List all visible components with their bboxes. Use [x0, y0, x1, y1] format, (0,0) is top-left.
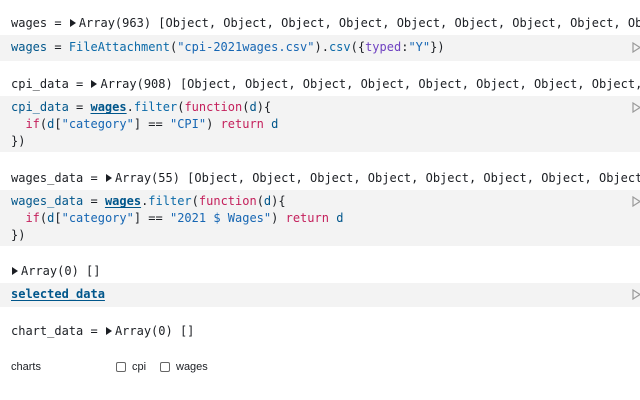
code-string: "CPI": [169, 117, 207, 131]
code-param: d: [271, 117, 279, 131]
wages-checkbox-label: wages: [176, 361, 208, 373]
code-keyword: return: [220, 117, 264, 131]
code-line: selected_data: [11, 286, 640, 303]
code-keyword: if: [25, 211, 40, 225]
code-line: if(d["category"] == "CPI") return d: [25, 117, 279, 131]
cpi-checkbox-label: cpi: [132, 361, 147, 373]
code-string: "category": [61, 211, 134, 225]
selected-data-code-cell[interactable]: selected_data: [0, 283, 640, 307]
output-value: Array(0) []: [21, 264, 101, 278]
code-method: csv: [328, 40, 351, 54]
code-param: d: [249, 100, 257, 114]
output-value: Array(55) [Object, Object, Object, Objec…: [114, 171, 640, 185]
code-line: wages = FileAttachment("cpi-2021wages.cs…: [11, 40, 445, 54]
code-reference-link[interactable]: selected_data: [11, 287, 105, 301]
chart-data-output: chart_data = Array(0) []: [11, 324, 195, 338]
code-param: d: [336, 211, 344, 225]
output-value: Array(963) [Object, Object, Object, Obje…: [78, 16, 640, 30]
code-keyword: function: [184, 100, 243, 114]
disclosure-triangle-icon[interactable]: [12, 267, 18, 275]
output-value: Array(908) [Object, Object, Object, Obje…: [100, 77, 640, 91]
charts-label: charts: [11, 361, 41, 373]
code-param: d: [47, 117, 55, 131]
code-variable: cpi_data: [11, 100, 69, 114]
disclosure-triangle-icon[interactable]: [91, 80, 98, 88]
code-string: "Y": [408, 40, 431, 54]
cpi-data-output: cpi_data = Array(908) [Object, Object, O…: [0, 74, 640, 94]
code-line: wages_data = wages.filter(function(d){: [11, 194, 286, 208]
charts-form: charts cpi wages: [11, 358, 611, 376]
disclosure-triangle-icon[interactable]: [69, 19, 76, 27]
wages-code-cell[interactable]: wages = FileAttachment("cpi-2021wages.cs…: [0, 35, 640, 61]
code-variable: wages_data: [11, 194, 84, 208]
cpi-data-code-cell[interactable]: cpi_data = wages.filter(function(d){ if(…: [0, 96, 640, 152]
output-value: Array(0) []: [114, 324, 195, 338]
disclosure-triangle-icon[interactable]: [105, 327, 112, 335]
wages-output: wages = Array(963) [Object, Object, Obje…: [0, 13, 640, 33]
code-line: if(d["category"] == "2021 $ Wages") retu…: [25, 211, 344, 225]
code-line: }): [11, 134, 26, 148]
code-string: "category": [61, 117, 134, 131]
code-keyword: function: [198, 194, 257, 208]
code-string: "cpi-2021wages.csv": [177, 40, 315, 54]
output-name: chart_data: [11, 324, 84, 338]
disclosure-triangle-icon[interactable]: [105, 174, 112, 182]
output-name: cpi_data: [11, 77, 69, 91]
code-function: FileAttachment: [68, 40, 170, 54]
output-name: wages_data: [11, 171, 84, 185]
code-string: "2021 $ Wages": [169, 211, 272, 225]
code-variable: wages: [11, 40, 48, 54]
code-key: typed: [365, 40, 402, 54]
wages-checkbox-option[interactable]: wages: [160, 358, 208, 376]
cpi-checkbox-option[interactable]: cpi: [116, 358, 146, 376]
code-line: cpi_data = wages.filter(function(d){: [11, 100, 272, 114]
selected-data-output: Array(0) []: [0, 261, 640, 281]
output-name: wages: [11, 16, 48, 30]
code-keyword: if: [25, 117, 40, 131]
cpi-checkbox[interactable]: [116, 362, 126, 372]
code-keyword: return: [285, 211, 329, 225]
wages-checkbox[interactable]: [160, 362, 170, 372]
code-param: d: [47, 211, 55, 225]
code-line: }): [11, 228, 26, 242]
code-param: d: [263, 194, 272, 208]
wages-data-code-cell[interactable]: wages_data = wages.filter(function(d){ i…: [0, 190, 640, 246]
code-reference-link[interactable]: wages: [105, 194, 141, 208]
code-method: filter: [133, 100, 178, 114]
code-reference-link[interactable]: wages: [90, 100, 126, 114]
code-method: filter: [148, 194, 192, 208]
wages-data-output: wages_data = Array(55) [Object, Object, …: [0, 168, 640, 188]
